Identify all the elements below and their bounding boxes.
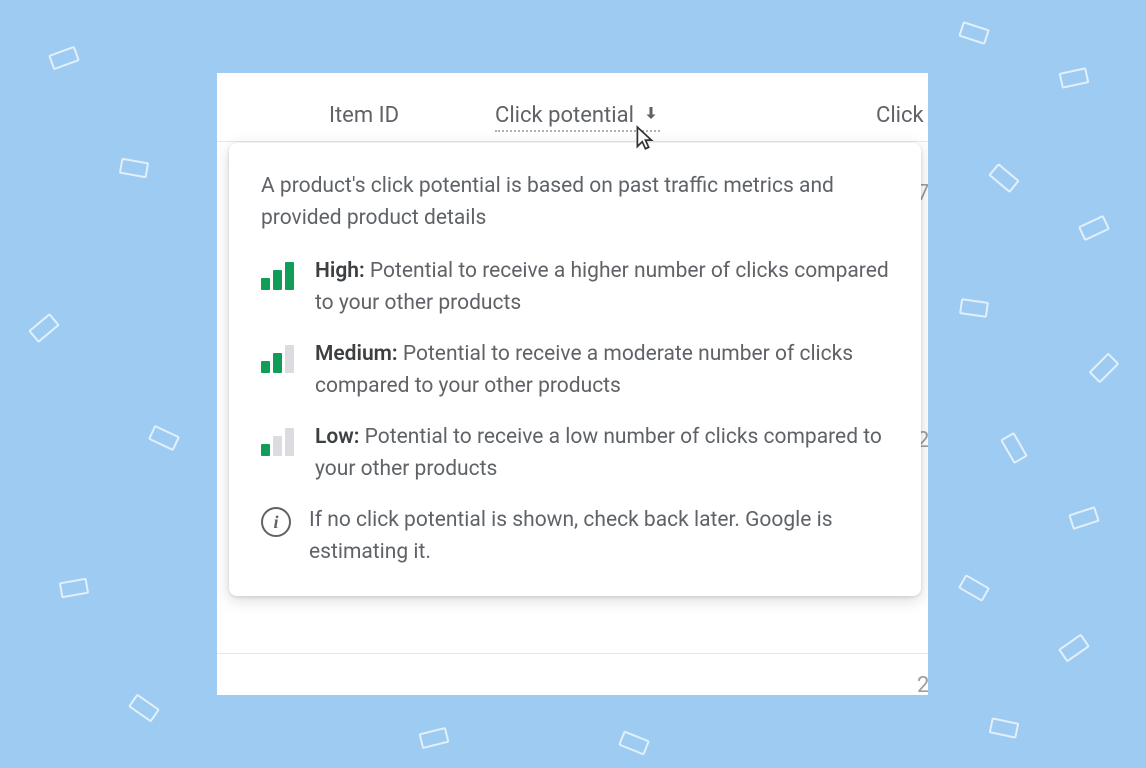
level-row-medium: Medium: Potential to receive a moderate … bbox=[261, 339, 889, 402]
level-label: Low: bbox=[315, 425, 359, 449]
column-header-label: Click potential bbox=[495, 103, 634, 128]
level-label: High: bbox=[315, 259, 365, 283]
level-text-low: Low: Potential to receive a low number o… bbox=[315, 422, 889, 485]
click-potential-tooltip: A product's click potential is based on … bbox=[229, 143, 921, 596]
column-header-clicks-partial[interactable]: Click bbox=[876, 103, 924, 128]
level-label: Medium: bbox=[315, 342, 398, 366]
level-desc: Potential to receive a low number of cli… bbox=[315, 425, 882, 481]
table-divider bbox=[217, 141, 928, 142]
bars-high-icon bbox=[261, 262, 297, 290]
level-desc: Potential to receive a higher number of … bbox=[315, 259, 889, 315]
bars-medium-icon bbox=[261, 345, 297, 373]
column-header-item-id[interactable]: Item ID bbox=[329, 103, 399, 128]
info-icon: i bbox=[261, 507, 291, 537]
cell-value: 2 bbox=[917, 673, 928, 695]
bars-low-icon bbox=[261, 428, 297, 456]
level-text-high: High: Potential to receive a higher numb… bbox=[315, 256, 889, 319]
level-row-high: High: Potential to receive a higher numb… bbox=[261, 256, 889, 319]
info-note-text: If no click potential is shown, check ba… bbox=[309, 505, 889, 568]
screenshot-panel: Item ID Click potential Click 7 2 2 A pr… bbox=[217, 73, 928, 695]
tooltip-intro-text: A product's click potential is based on … bbox=[261, 171, 889, 234]
info-note-row: i If no click potential is shown, check … bbox=[261, 505, 889, 568]
level-text-medium: Medium: Potential to receive a moderate … bbox=[315, 339, 889, 402]
mouse-cursor-icon bbox=[635, 125, 657, 157]
level-row-low: Low: Potential to receive a low number o… bbox=[261, 422, 889, 485]
table-divider bbox=[217, 653, 928, 654]
